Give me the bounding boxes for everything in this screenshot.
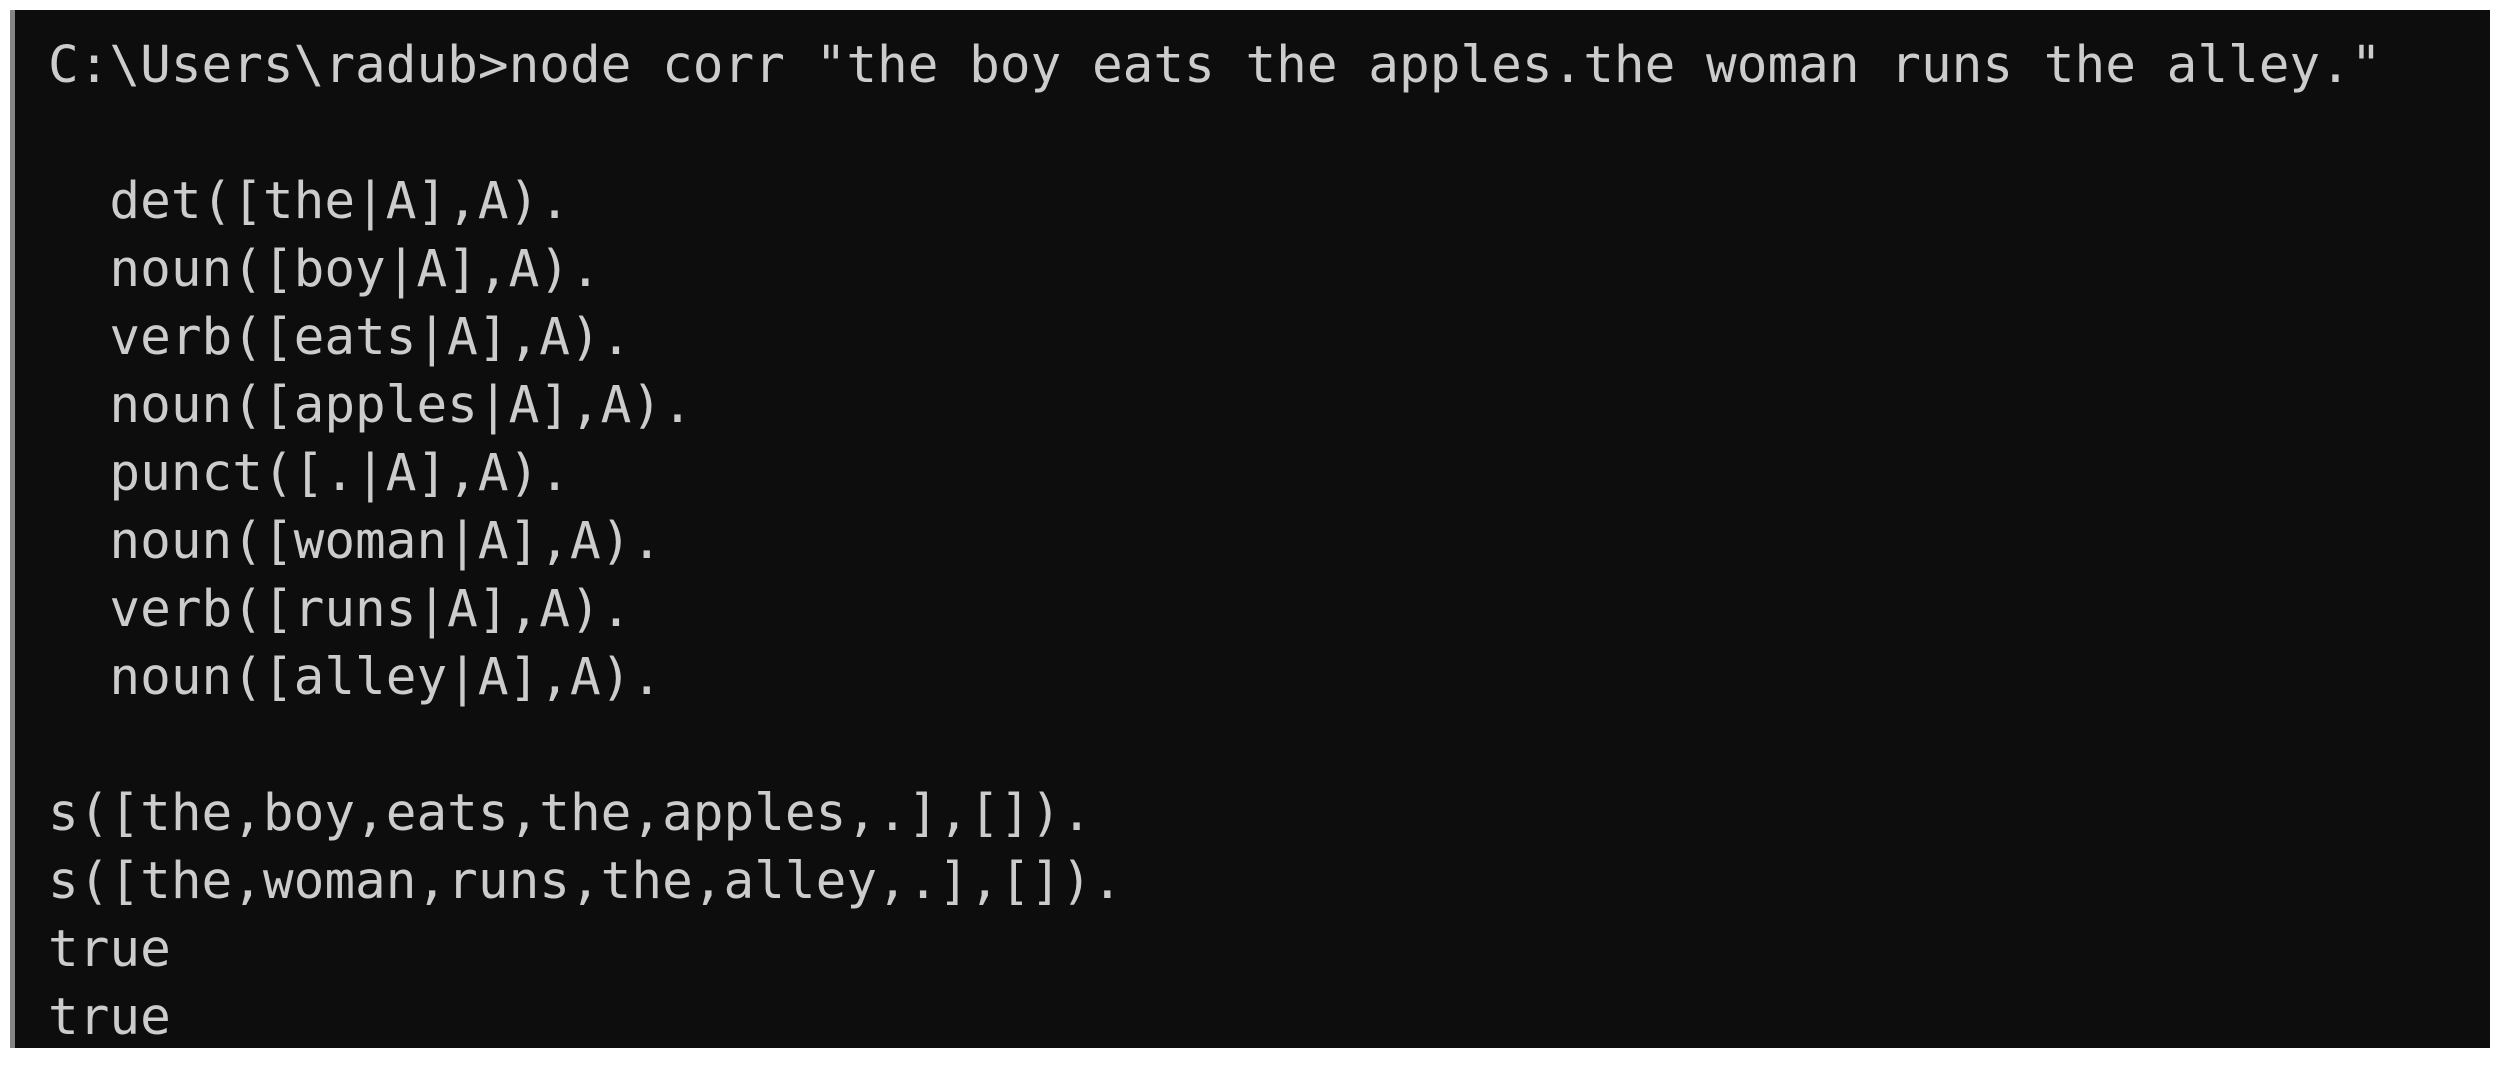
console-line-blank-1	[48, 100, 2490, 168]
console-line-noun-boy: noun([boy|A],A).	[48, 240, 601, 299]
console-line-noun-apples: noun([apples|A],A).	[48, 376, 693, 435]
console-line-verb-runs: verb([runs|A],A).	[48, 580, 632, 639]
console-line-blank-2	[48, 712, 2490, 780]
console-line-punct-period: punct([.|A],A).	[48, 444, 570, 503]
console-line-verb-eats: verb([eats|A],A).	[48, 308, 632, 367]
console-line-noun-woman: noun([woman|A],A).	[48, 512, 663, 571]
console-line-true-2: true	[48, 988, 171, 1047]
console-line-prompt-command: C:\Users\radub>node corr "the boy eats t…	[48, 36, 2382, 95]
terminal-window[interactable]: C:\Users\radub>node corr "the boy eats t…	[10, 10, 2490, 1048]
console-line-true-1: true	[48, 920, 171, 979]
console-line-sentence-2: s([the,woman,runs,the,alley,.],[]).	[48, 852, 1123, 911]
console-output[interactable]: C:\Users\radub>node corr "the boy eats t…	[15, 10, 2490, 1048]
console-line-sentence-1: s([the,boy,eats,the,apples,.],[]).	[48, 784, 1092, 843]
page-background: C:\Users\radub>node corr "the boy eats t…	[0, 0, 2514, 1078]
console-line-det-the: det([the|A],A).	[48, 172, 570, 231]
console-line-noun-alley: noun([alley|A],A).	[48, 648, 663, 707]
